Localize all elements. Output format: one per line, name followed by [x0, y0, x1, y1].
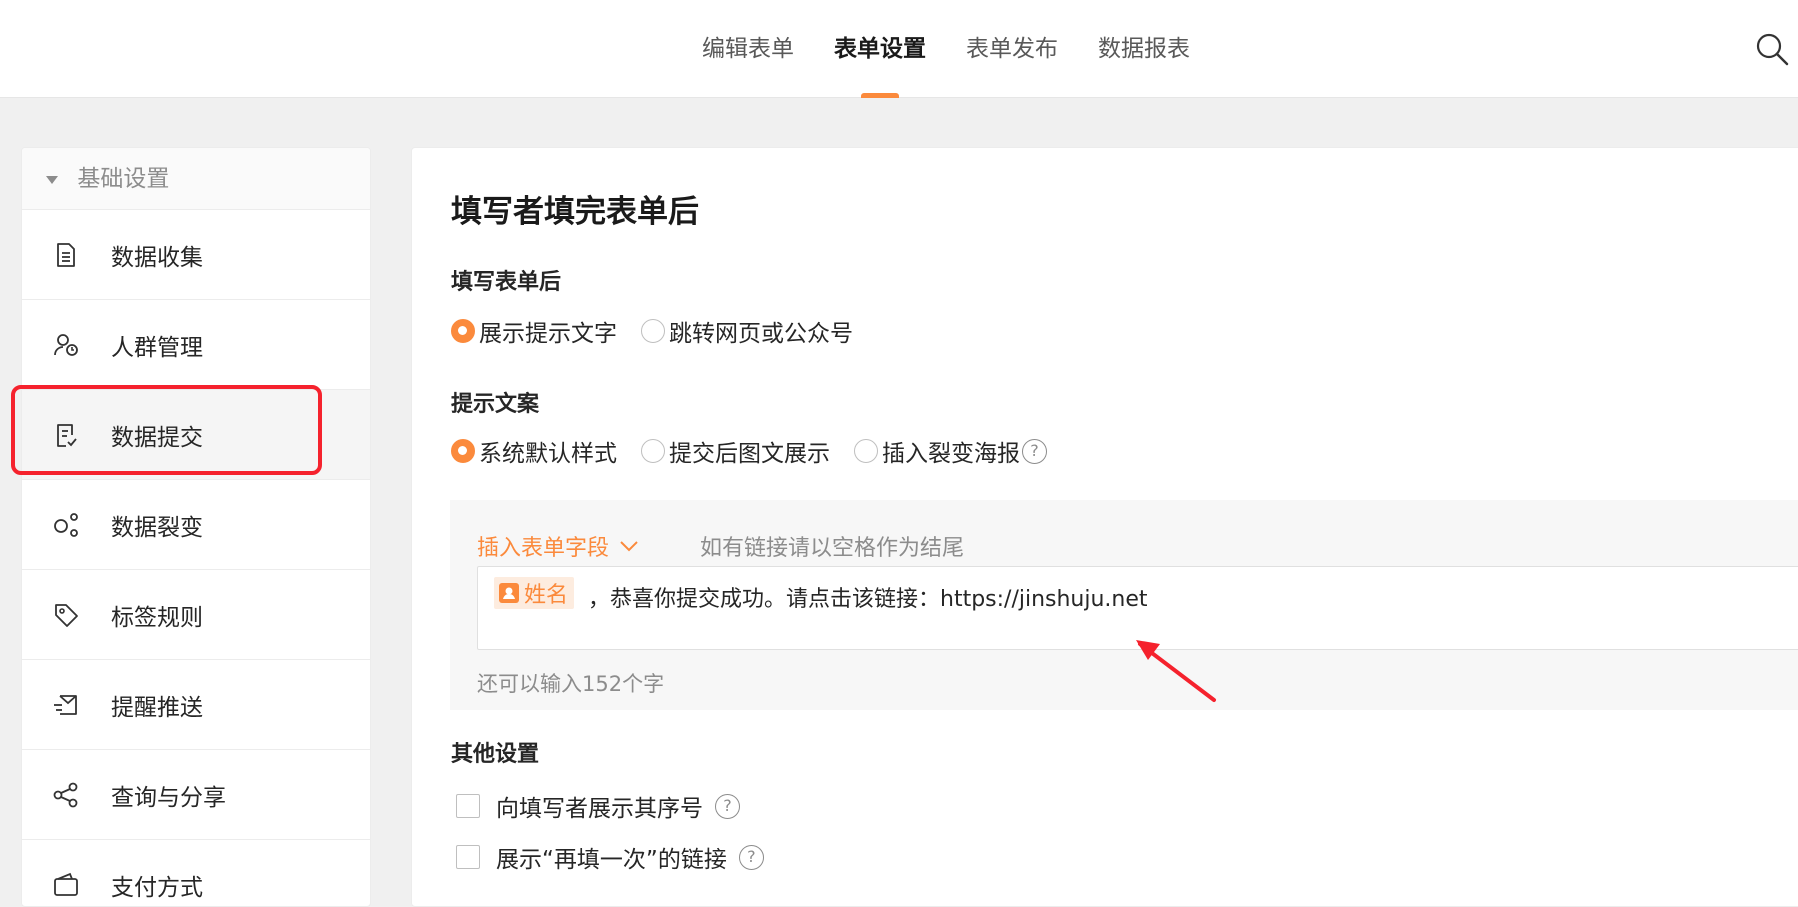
top-navigation-bar: 编辑表单 表单设置 表单发布 数据报表 — [0, 0, 1798, 98]
sidebar-item-label: 人群管理 — [111, 334, 203, 361]
sidebar-item-payment-method[interactable]: 支付方式 — [22, 840, 370, 906]
radio-dot — [451, 319, 475, 343]
sidebar-item-audience-management[interactable]: 人群管理 — [22, 300, 370, 390]
sidebar-item-data-fission[interactable]: 数据裂变 — [22, 480, 370, 570]
insert-form-field-dropdown[interactable]: 插入表单字段 — [477, 530, 639, 562]
field-chip-name[interactable]: 姓名 — [494, 577, 575, 609]
share-icon — [53, 782, 78, 807]
share-nodes-icon — [54, 512, 78, 537]
help-icon[interactable]: ? — [1022, 438, 1047, 464]
radio-image-text-display[interactable]: 提交后图文展示 — [641, 434, 830, 468]
sidebar-item-tag-rules[interactable]: 标签规则 — [22, 570, 370, 660]
page-title: 填写者填完表单后 — [451, 194, 699, 230]
remaining-char-count: 还可以输入152个字 — [477, 672, 665, 696]
sidebar-item-label: 支付方式 — [111, 874, 203, 901]
other-settings-label: 其他设置 — [451, 742, 540, 767]
caret-down-icon — [46, 175, 58, 184]
annotation-arrow-icon — [1136, 640, 1216, 702]
chevron-down-icon — [620, 541, 638, 552]
checkbox — [456, 794, 480, 818]
checkbox-fill-again-link[interactable]: 展示“再填一次”的链接 ? — [456, 840, 764, 874]
document-check-icon — [57, 423, 77, 447]
radio-redirect-page[interactable]: 跳转网页或公众号 — [641, 314, 853, 348]
after-submit-label: 填写表单后 — [451, 270, 562, 295]
tab-edit-form[interactable]: 编辑表单 — [682, 0, 814, 98]
editor-hint: 如有链接请以空格作为结尾 — [700, 536, 965, 561]
sidebar-item-label: 查询与分享 — [111, 784, 226, 811]
tab-form-publish[interactable]: 表单发布 — [946, 0, 1078, 98]
checkbox — [456, 845, 480, 869]
sidebar-item-label: 提醒推送 — [111, 694, 203, 721]
prompt-copy-radio-group: 系统默认样式 提交后图文展示 插入裂变海报 ? — [451, 434, 1047, 468]
radio-dot — [451, 439, 475, 463]
sidebar-item-query-share[interactable]: 查询与分享 — [22, 750, 370, 840]
checkbox-show-serial-number[interactable]: 向填写者展示其序号 ? — [456, 789, 740, 823]
tab-bar: 编辑表单 表单设置 表单发布 数据报表 — [682, 0, 1210, 98]
radio-dot — [641, 439, 665, 463]
help-icon[interactable]: ? — [715, 793, 740, 819]
document-icon — [57, 242, 75, 267]
sidebar-item-label: 数据提交 — [111, 424, 203, 451]
sidebar-group-basic-settings[interactable]: 基础设置 — [22, 148, 370, 210]
tab-data-report[interactable]: 数据报表 — [1078, 0, 1210, 98]
main-settings-panel: 填写者填完表单后 填写表单后 展示提示文字 跳转网页或公众号 提示文案 系统默认… — [411, 147, 1798, 907]
user-settings-icon — [54, 333, 78, 356]
send-icon — [54, 694, 77, 715]
after-submit-radio-group: 展示提示文字 跳转网页或公众号 — [451, 314, 877, 348]
sidebar-item-reminder-push[interactable]: 提醒推送 — [22, 660, 370, 750]
prompt-copy-label: 提示文案 — [451, 392, 540, 417]
radio-dot — [854, 439, 878, 463]
prompt-content-text: ，恭喜你提交成功。请点击该链接：https://jinshuju.net — [588, 587, 1148, 612]
sidebar-item-data-submission[interactable]: 数据提交 — [22, 390, 370, 480]
search-icon[interactable] — [1755, 32, 1789, 66]
wallet-icon — [54, 872, 78, 896]
radio-dot — [641, 319, 665, 343]
sidebar-item-label: 标签规则 — [111, 604, 203, 631]
sidebar-item-label: 数据裂变 — [111, 514, 203, 541]
tag-icon — [55, 603, 78, 627]
sidebar-item-label: 数据收集 — [111, 244, 203, 271]
sidebar-group-label: 基础设置 — [77, 166, 170, 192]
sidebar-item-data-collection[interactable]: 数据收集 — [22, 210, 370, 300]
help-icon[interactable]: ? — [738, 844, 764, 870]
settings-sidebar: 基础设置 数据收集 人群管理 数据提交 数据裂变 标签规则 提醒推送 查询与分享… — [21, 147, 371, 907]
radio-insert-poster[interactable]: 插入裂变海报 — [854, 434, 1020, 468]
radio-default-style[interactable]: 系统默认样式 — [451, 434, 617, 468]
tab-form-settings[interactable]: 表单设置 — [814, 0, 946, 98]
person-card-icon — [499, 583, 519, 603]
radio-show-text[interactable]: 展示提示文字 — [451, 314, 617, 348]
